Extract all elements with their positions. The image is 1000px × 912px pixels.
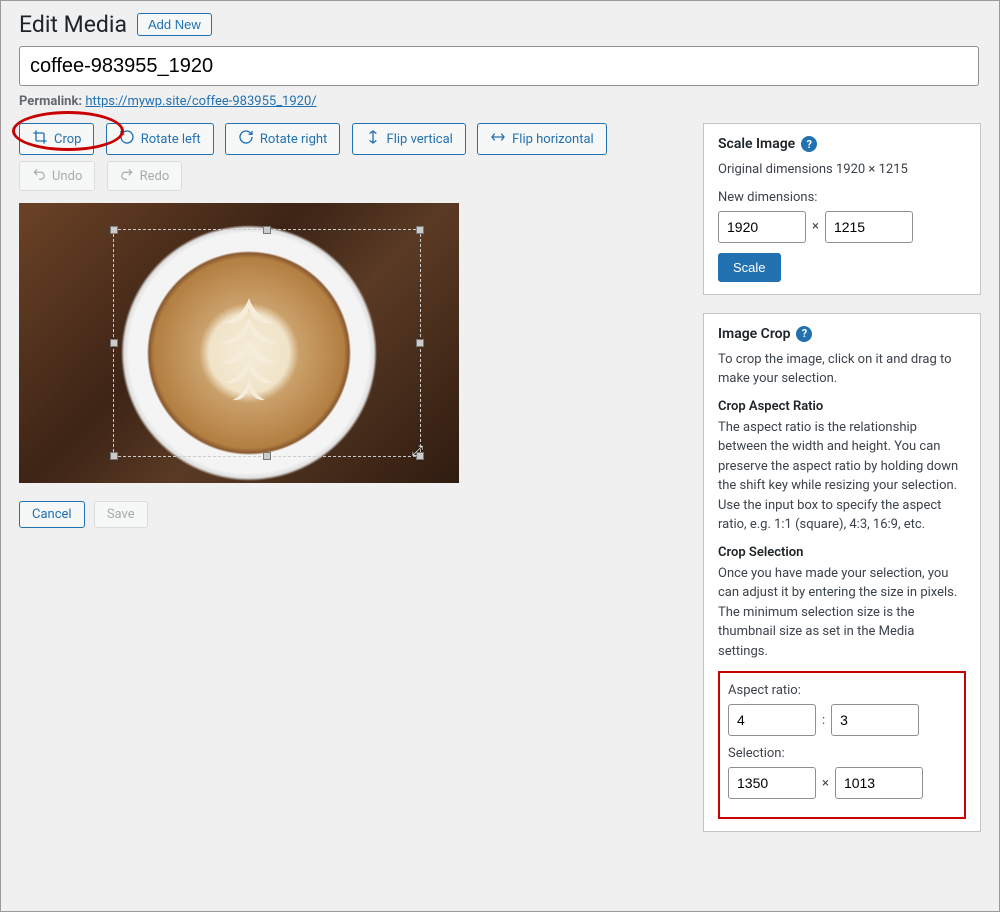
crop-selection[interactable]: ⤢ [113, 229, 421, 457]
crop-selection-heading: Crop Selection [718, 545, 966, 560]
redo-label: Redo [140, 169, 170, 184]
aspect-ratio-height-input[interactable] [831, 704, 919, 736]
flip-horizontal-icon [490, 129, 512, 149]
media-title-input[interactable] [19, 46, 979, 86]
rotate-right-icon [238, 129, 260, 149]
new-dimensions-label: New dimensions: [718, 190, 966, 205]
ratio-separator: : [822, 713, 825, 728]
page-title: Edit Media [19, 11, 127, 38]
rotate-left-button[interactable]: Rotate left [106, 123, 214, 155]
selection-width-input[interactable] [728, 767, 816, 799]
crop-intro: To crop the image, click on it and drag … [718, 350, 966, 389]
scale-button[interactable]: Scale [718, 253, 781, 282]
redo-icon [120, 167, 140, 185]
crop-handle-ne[interactable] [416, 226, 424, 234]
scale-width-input[interactable] [718, 211, 806, 243]
permalink-label: Permalink: [19, 94, 82, 109]
dim-separator: × [822, 776, 829, 791]
annotation-box: Aspect ratio: : Selection: × [718, 671, 966, 819]
flip-horizontal-label: Flip horizontal [512, 132, 594, 147]
aspect-ratio-label: Aspect ratio: [728, 683, 956, 698]
rotate-left-icon [119, 129, 141, 149]
crop-icon [32, 129, 54, 149]
flip-vertical-button[interactable]: Flip vertical [352, 123, 466, 155]
redo-button: Redo [107, 161, 183, 191]
image-edit-toolbar: Crop Rotate left Rotate right Flip verti… [19, 123, 683, 191]
crop-handle-e[interactable] [416, 339, 424, 347]
rotate-right-button[interactable]: Rotate right [225, 123, 340, 155]
help-icon[interactable]: ? [801, 136, 817, 152]
flip-vertical-label: Flip vertical [387, 132, 453, 147]
flip-horizontal-button[interactable]: Flip horizontal [477, 123, 607, 155]
aspect-ratio-body: The aspect ratio is the relationship bet… [718, 418, 966, 535]
dim-separator: × [812, 219, 819, 234]
save-button: Save [94, 501, 148, 528]
crop-handle-w[interactable] [110, 339, 118, 347]
permalink-link[interactable]: https://mywp.site/coffee-983955_1920/ [85, 94, 316, 109]
undo-button: Undo [19, 161, 95, 191]
crop-handle-s[interactable] [263, 452, 271, 460]
selection-label: Selection: [728, 746, 956, 761]
image-crop-title: Image Crop [718, 326, 790, 342]
cancel-button[interactable]: Cancel [19, 501, 85, 528]
image-preview[interactable]: ⤢ [19, 203, 459, 483]
crop-handle-sw[interactable] [110, 452, 118, 460]
help-icon[interactable]: ? [796, 326, 812, 342]
selection-height-input[interactable] [835, 767, 923, 799]
undo-icon [32, 167, 52, 185]
crop-handle-n[interactable] [263, 226, 271, 234]
flip-vertical-icon [365, 129, 387, 149]
crop-selection-body: Once you have made your selection, you c… [718, 564, 966, 662]
resize-cursor-icon: ⤢ [412, 443, 423, 459]
undo-label: Undo [52, 169, 82, 184]
add-new-button[interactable]: Add New [137, 13, 212, 36]
scale-image-title: Scale Image [718, 136, 795, 152]
crop-button-label: Crop [54, 132, 81, 147]
aspect-ratio-heading: Crop Aspect Ratio [718, 399, 966, 414]
permalink-row: Permalink: https://mywp.site/coffee-9839… [19, 94, 981, 109]
scale-image-panel: Scale Image ? Original dimensions 1920 ×… [703, 123, 981, 295]
rotate-right-label: Rotate right [260, 132, 327, 147]
aspect-ratio-width-input[interactable] [728, 704, 816, 736]
original-dimensions: Original dimensions 1920 × 1215 [718, 160, 966, 180]
crop-button[interactable]: Crop [19, 123, 94, 155]
rotate-left-label: Rotate left [141, 132, 201, 147]
crop-handle-nw[interactable] [110, 226, 118, 234]
image-crop-panel: Image Crop ? To crop the image, click on… [703, 313, 981, 833]
scale-height-input[interactable] [825, 211, 913, 243]
